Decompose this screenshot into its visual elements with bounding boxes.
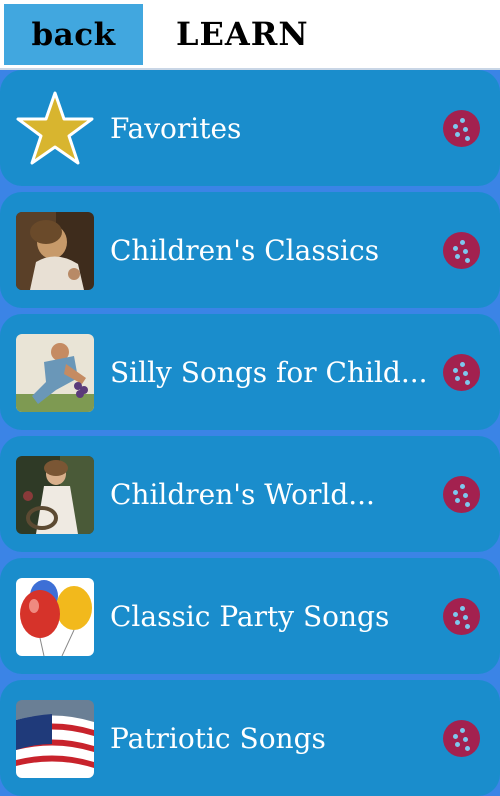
options-button[interactable] [443,476,480,513]
list-item-party-songs[interactable]: Classic Party Songs [0,558,500,674]
list-item-label: Children's Classics [110,233,380,267]
balloons-thumbnail [16,578,94,656]
list-item-silly-songs[interactable]: Silly Songs for Child... [0,314,500,430]
list-item-childrens-world[interactable]: Children's World... [0,436,500,552]
list-item-patriotic-songs[interactable]: Patriotic Songs [0,680,500,796]
list-item-label: Favorites [110,111,242,145]
list-item-label: Silly Songs for Child... [110,355,428,389]
list-item-favorites[interactable]: Favorites [0,70,500,186]
list-item-label: Classic Party Songs [110,599,390,633]
girl-painting-thumbnail [16,212,94,290]
back-button[interactable]: back [4,4,143,65]
list-item-childrens-classics[interactable]: Children's Classics [0,192,500,308]
us-flag-thumbnail [16,700,94,778]
top-bar: back LEARN [0,0,500,70]
options-button[interactable] [443,354,480,391]
list-item-label: Children's World... [110,477,375,511]
girl-with-basket-thumbnail [16,456,94,534]
options-button[interactable] [443,232,480,269]
options-button[interactable] [443,598,480,635]
page-title: LEARN [176,15,309,53]
options-button[interactable] [443,110,480,147]
man-with-grapes-thumbnail [16,334,94,412]
list-item-label: Patriotic Songs [110,721,326,755]
options-button[interactable] [443,720,480,757]
star-icon [16,90,94,168]
